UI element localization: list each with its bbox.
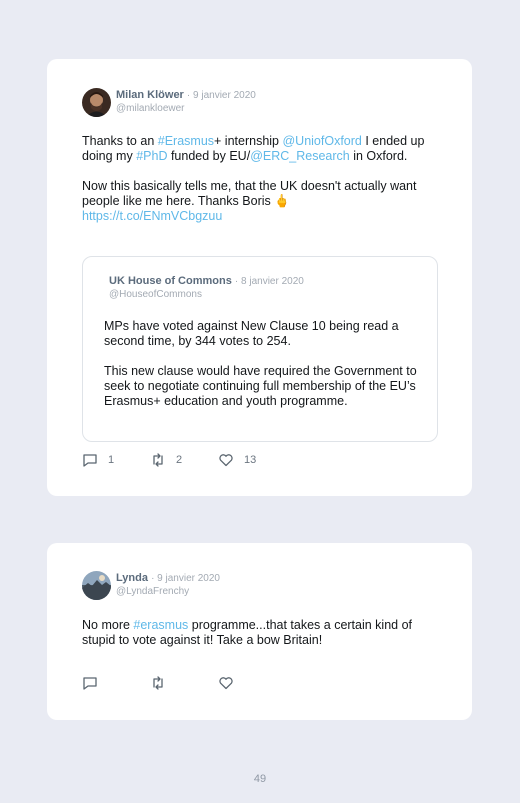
quoted-paragraph: This new clause would have required the … [104,364,417,408]
author-name[interactable]: Milan Klöwer [116,89,184,101]
tweet-header: Milan Klöwer · 9 janvier 2020 @milankloe… [116,89,256,115]
like-icon [219,677,233,690]
retweet-icon [153,676,163,690]
reply-icon [83,677,97,690]
like-button[interactable] [218,675,244,691]
reply-count: 1 [108,454,115,466]
like-icon [219,454,233,467]
quoted-author-name[interactable]: UK House of Commons [109,275,232,287]
tweet-text: Thanks to an #Erasmus+ internship @Uniof… [82,134,442,224]
tweet-card: Milan Klöwer · 9 janvier 2020 @milankloe… [47,59,472,496]
tweet-text-run: Now this basically tells me, that the UK… [82,179,417,208]
retweet-button[interactable] [150,675,176,691]
retweet-icon [153,453,163,467]
tweet-text: No more #erasmus programme...that takes … [82,618,442,648]
tweet-link[interactable]: https://t.co/ENmVCbgzuu [82,209,222,223]
retweet-button[interactable]: 2 [150,452,182,468]
avatar[interactable] [82,571,111,600]
tweet-link[interactable]: #Erasmus [158,134,214,148]
retweet-count: 2 [176,454,183,466]
quoted-tweet[interactable]: UK House of Commons · 8 janvier 2020 @Ho… [82,256,438,442]
quoted-tweet-text: MPs have voted against New Clause 10 bei… [104,319,424,409]
author-handle[interactable]: @LyndaFrenchy [116,585,220,598]
tweet-link[interactable]: @UniofOxford [282,134,361,148]
tweet-text-run: in Oxford. [349,149,408,163]
tweet-link[interactable]: #erasmus [133,618,188,632]
tweet-header: Lynda · 9 janvier 2020 @LyndaFrenchy [116,572,220,598]
quoted-paragraph: MPs have voted against New Clause 10 bei… [104,319,399,348]
tweet-text-run: Thanks to an [82,134,158,148]
tweet-paragraph: Thanks to an #Erasmus+ internship @Uniof… [82,134,442,164]
tweet-text-run: No more [82,618,134,632]
like-button[interactable]: 13 [218,452,256,468]
avatar[interactable] [82,88,111,117]
reply-icon [83,454,97,467]
reply-button[interactable] [82,675,108,691]
tweet-date[interactable]: · 9 janvier 2020 [187,90,256,101]
reply-button[interactable]: 1 [82,452,114,468]
quoted-tweet-header: UK House of Commons · 8 janvier 2020 @Ho… [109,275,304,301]
tweet-paragraph: https://t.co/ENmVCbgzuu [82,209,442,224]
tweet-link[interactable]: #PhD [136,149,167,163]
tweet-text-run: funded by EU/ [167,149,251,163]
tweet-link[interactable]: @ERC_Research [250,149,350,163]
quoted-author-handle[interactable]: @HouseofCommons [109,288,304,301]
like-count: 13 [244,454,257,466]
tweet-date[interactable]: · 9 janvier 2020 [151,573,220,584]
author-name[interactable]: Lynda [116,572,148,584]
tweet-card: Lynda · 9 janvier 2020 @LyndaFrenchy No … [47,543,472,720]
quoted-tweet-date[interactable]: · 8 janvier 2020 [235,276,304,287]
page-number: 49 [253,773,267,785]
tweet-paragraph: Now this basically tells me, that the UK… [82,179,442,209]
author-handle[interactable]: @milankloewer [116,102,256,115]
tweet-text-run: + internship [214,134,283,148]
tweet-paragraph: No more #erasmus programme...that takes … [82,618,442,648]
